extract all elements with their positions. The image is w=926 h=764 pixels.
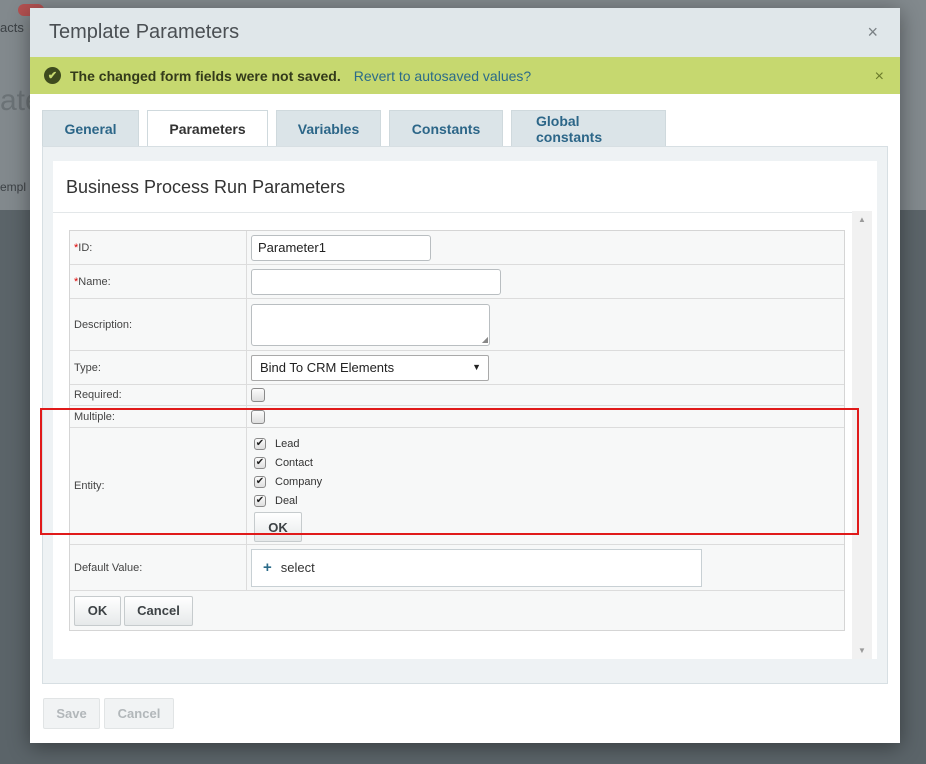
- id-input[interactable]: Parameter1: [251, 234, 431, 261]
- multiple-label: Multiple:: [70, 406, 247, 427]
- background-breadcrumb-text: acts: [0, 20, 24, 35]
- default-value-cell: + select: [247, 545, 844, 590]
- close-icon[interactable]: ×: [867, 23, 878, 41]
- tab-bar: General Parameters Variables Constants G…: [42, 110, 674, 147]
- default-value-label: Default Value:: [70, 545, 247, 590]
- tab-variables[interactable]: Variables: [276, 110, 381, 146]
- type-value-cell: Bind To CRM Elements ▼: [247, 351, 844, 384]
- name-value-cell: [247, 265, 844, 298]
- dialog-header: Template Parameters ×: [30, 8, 900, 57]
- entity-option-contact: ✔ Contact: [254, 453, 322, 472]
- required-checkbox[interactable]: [251, 388, 265, 402]
- scrollbar[interactable]: ▲ ▼: [852, 211, 872, 659]
- divider: [53, 212, 857, 213]
- type-select-value: Bind To CRM Elements: [260, 360, 395, 375]
- deal-checkbox[interactable]: ✔: [254, 494, 266, 507]
- description-label: Description:: [70, 299, 247, 350]
- notice-close-icon[interactable]: ×: [875, 68, 884, 86]
- footer-cancel-button[interactable]: Cancel: [104, 698, 174, 729]
- unsaved-notice-bar: ✔ The changed form fields were not saved…: [30, 57, 900, 94]
- contact-checkbox[interactable]: ✔: [254, 456, 266, 469]
- required-value-cell: [247, 385, 844, 405]
- form-row-description: Description: ◢: [70, 299, 844, 351]
- parameters-panel: Business Process Run Parameters ▲ ▼ * ID:…: [42, 146, 888, 684]
- default-value-box[interactable]: + select: [251, 548, 702, 587]
- dialog-title: Template Parameters: [49, 21, 240, 43]
- form-actions: OK Cancel: [70, 591, 844, 630]
- chevron-down-icon: ▼: [472, 361, 481, 372]
- template-parameters-dialog: Template Parameters × ✔ The changed form…: [30, 8, 900, 743]
- description-textarea[interactable]: ◢: [251, 303, 490, 346]
- tab-parameters[interactable]: Parameters: [147, 110, 268, 147]
- company-label: Company: [275, 475, 323, 488]
- entity-value-cell: ✔ Lead ✔ Contact ✔ Company ✔ Deal OK: [247, 428, 844, 544]
- section-title: Business Process Run Parameters: [66, 177, 346, 197]
- entity-checkbox-list: ✔ Lead ✔ Contact ✔ Company ✔ Deal: [254, 428, 322, 510]
- description-value-cell: ◢: [247, 299, 844, 350]
- resize-handle-icon[interactable]: ◢: [482, 335, 488, 344]
- company-checkbox[interactable]: ✔: [254, 475, 266, 488]
- dialog-footer: Save Cancel: [43, 698, 178, 729]
- name-label-text: Name:: [78, 275, 111, 288]
- parameter-form: * ID: Parameter1 * Name: Description: ◢ …: [69, 230, 845, 631]
- check-circle-icon: ✔: [44, 67, 61, 84]
- form-row-default-value: Default Value: + select: [70, 545, 844, 591]
- tab-global-constants[interactable]: Global constants: [511, 110, 666, 146]
- tab-constants[interactable]: Constants: [389, 110, 503, 146]
- entity-option-lead: ✔ Lead: [254, 434, 322, 453]
- name-input[interactable]: [251, 268, 501, 295]
- id-label: * ID:: [70, 231, 247, 264]
- save-button[interactable]: Save: [43, 698, 100, 729]
- plus-icon[interactable]: +: [263, 559, 272, 576]
- entity-ok-button[interactable]: OK: [254, 512, 302, 542]
- id-value-cell: Parameter1: [247, 231, 844, 264]
- deal-label: Deal: [275, 494, 298, 507]
- select-link[interactable]: select: [281, 560, 315, 575]
- entity-option-deal: ✔ Deal: [254, 491, 322, 510]
- entity-option-company: ✔ Company: [254, 472, 322, 491]
- ok-button[interactable]: OK: [74, 595, 121, 626]
- form-row-multiple: Multiple:: [70, 406, 844, 428]
- tab-general[interactable]: General: [42, 110, 139, 146]
- panel-content: Business Process Run Parameters ▲ ▼ * ID:…: [53, 161, 877, 659]
- contact-label: Contact: [275, 456, 313, 469]
- form-row-type: Type: Bind To CRM Elements ▼: [70, 351, 844, 385]
- entity-label: Entity:: [70, 428, 247, 544]
- type-select[interactable]: Bind To CRM Elements ▼: [251, 354, 489, 381]
- multiple-value-cell: [247, 406, 844, 427]
- id-label-text: ID:: [78, 241, 93, 254]
- form-row-id: * ID: Parameter1: [70, 231, 844, 265]
- background-subtext: empl: [0, 180, 27, 194]
- lead-checkbox[interactable]: ✔: [254, 437, 266, 450]
- multiple-checkbox[interactable]: [251, 409, 265, 424]
- form-row-entity: Entity: ✔ Lead ✔ Contact ✔ Company ✔ Dea…: [70, 428, 844, 545]
- required-label: Required:: [70, 385, 247, 405]
- type-label: Type:: [70, 351, 247, 384]
- form-row-name: * Name:: [70, 265, 844, 299]
- form-row-required: Required:: [70, 385, 844, 406]
- name-label: * Name:: [70, 265, 247, 298]
- lead-label: Lead: [275, 437, 300, 450]
- cancel-button[interactable]: Cancel: [124, 595, 193, 626]
- scroll-up-icon[interactable]: ▲: [858, 215, 866, 224]
- scroll-down-icon[interactable]: ▼: [858, 646, 866, 655]
- revert-autosave-link[interactable]: Revert to autosaved values?: [354, 68, 531, 84]
- notice-message: The changed form fields were not saved.: [70, 67, 341, 84]
